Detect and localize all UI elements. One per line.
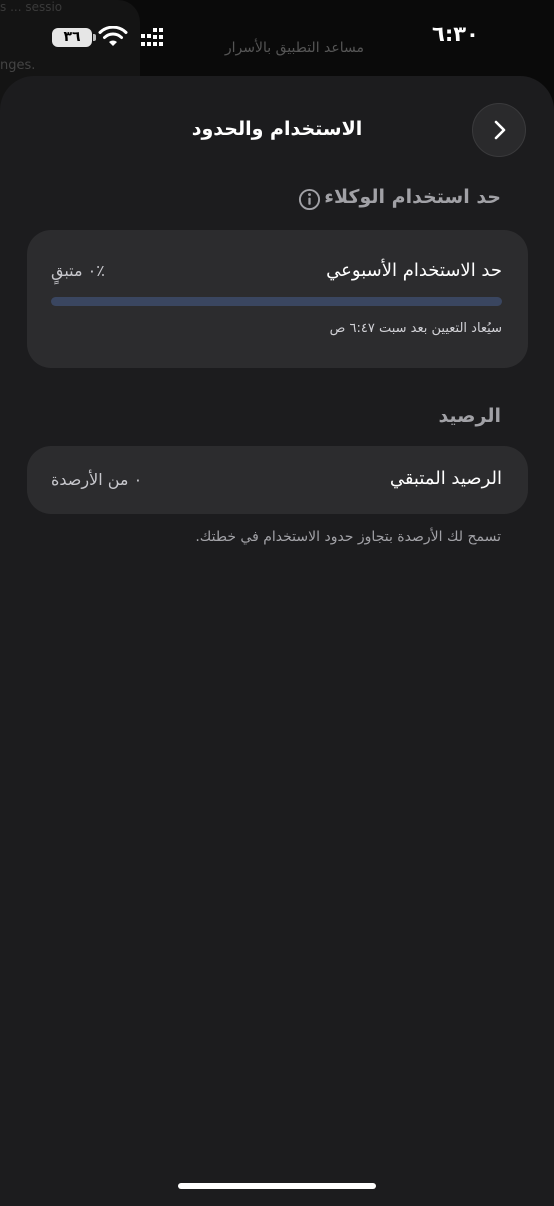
page-title: الاستخدام والحدود	[191, 118, 363, 140]
remaining-balance-value: ٠ من الأرصدة	[51, 470, 143, 489]
weekly-usage-card: حد الاستخدام الأسبوعي ٪٠ متبقٍ سيُعاد ال…	[27, 230, 528, 368]
status-bar: ٦:٣٠ ٣٦	[0, 0, 554, 70]
agent-limit-section-title: حد استخدام الوكلاء	[324, 186, 501, 208]
reset-time-text: سيُعاد التعيين بعد سبت ٦:٤٧ ص	[329, 321, 502, 336]
credits-footnote: تسمح لك الأرصدة بتجاوز حدود الاستخدام في…	[195, 529, 501, 545]
usage-remaining: ٪٠ متبقٍ	[51, 261, 105, 280]
info-icon[interactable]	[298, 188, 321, 211]
wifi-icon	[98, 26, 128, 46]
battery-icon: ٣٦	[52, 28, 92, 47]
battery-tip	[93, 34, 96, 41]
back-button[interactable]	[472, 103, 526, 157]
signal-icon	[141, 28, 163, 46]
status-time: ٦:٣٠	[432, 22, 479, 46]
balance-section-title: الرصيد	[438, 405, 501, 427]
weekly-limit-label: حد الاستخدام الأسبوعي	[326, 260, 502, 281]
balance-card: الرصيد المتبقي ٠ من الأرصدة	[27, 446, 528, 514]
remaining-balance-label: الرصيد المتبقي	[389, 468, 502, 489]
home-indicator[interactable]	[178, 1183, 376, 1189]
chevron-right-icon	[494, 120, 506, 140]
usage-progress-bar	[51, 297, 502, 306]
